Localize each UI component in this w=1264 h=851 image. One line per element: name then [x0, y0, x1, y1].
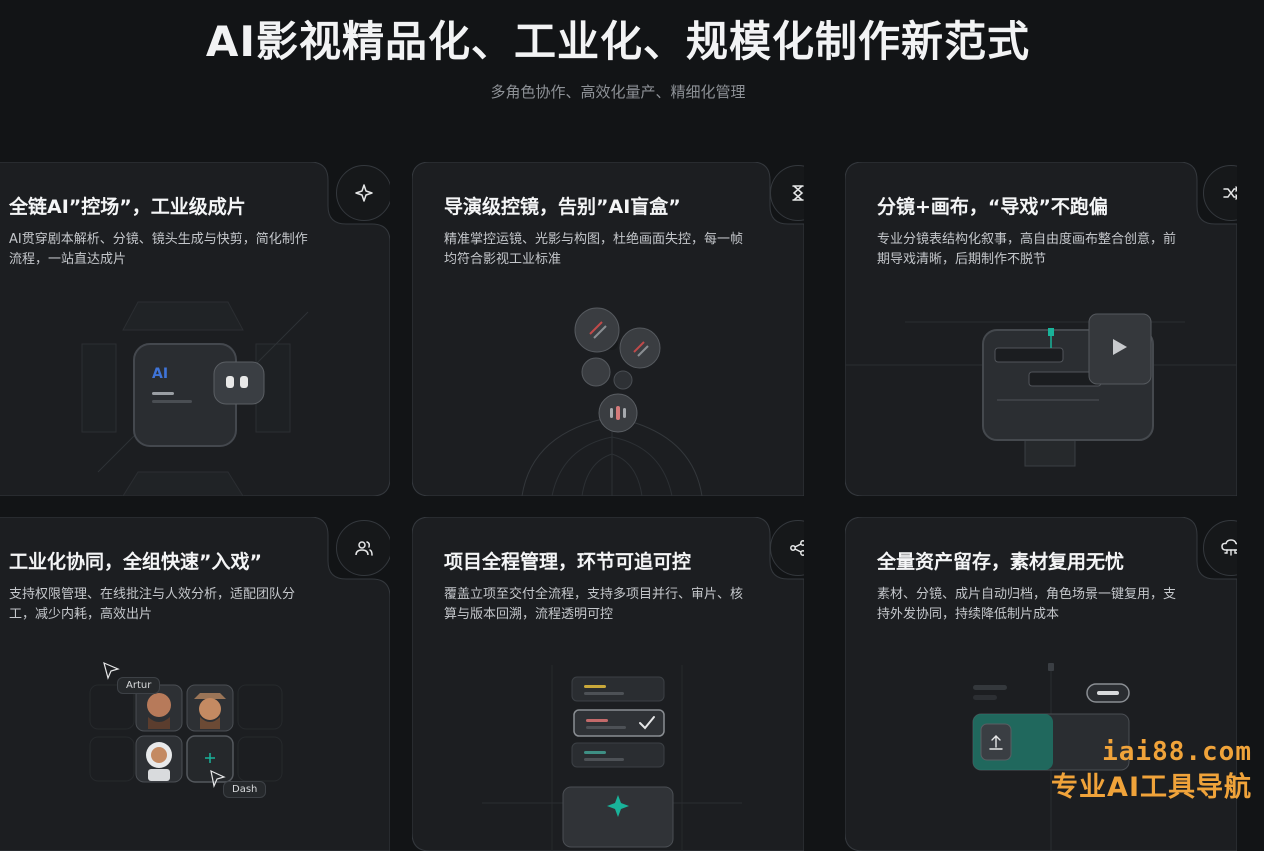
- card-title: 项目全程管理，环节可追可控: [444, 551, 692, 573]
- feature-card-project-management: 项目全程管理，环节可追可控 覆盖立项至交付全流程，支持多项目并行、审片、核算与版…: [412, 517, 804, 851]
- share-nodes-icon: [790, 540, 804, 556]
- feature-card-team-collaboration: 工业化协同，全组快速”入戏” 支持权限管理、在线批注与人效分析，适配团队分工，减…: [0, 517, 390, 851]
- card-description: AI贯穿剧本解析、分镜、镜头生成与快剪，简化制作流程，一站直达成片: [9, 232, 308, 267]
- page-subtitle: 多角色协作、高效化量产、精细化管理: [490, 83, 746, 101]
- task-list-illustration: [482, 665, 742, 851]
- watermark-url: iai88.com: [1102, 737, 1252, 767]
- card-title: 导演级控镜，告别”AI盲盒”: [444, 196, 681, 218]
- hourglass-icon: [792, 185, 804, 201]
- ai-badge-text: AI: [152, 366, 168, 382]
- card-title: 分镜+画布，“导戏”不跑偏: [877, 196, 1108, 218]
- shuffle-icon: [1223, 186, 1237, 200]
- card-title: 工业化协同，全组快速”入戏”: [9, 551, 262, 573]
- cloud-network-icon: [1221, 539, 1237, 556]
- feature-card-full-chain-ai: 全链AI”控场”，工业级成片 AI贯穿剧本解析、分镜、镜头生成与快剪，简化制作流…: [0, 162, 390, 496]
- card-description: 支持权限管理、在线批注与人效分析，适配团队分工，减少内耗，高效出片: [9, 587, 296, 622]
- card-description: 素材、分镜、成片自动归档，角色场景一键复用，支持外发协同，持续降低制片成本: [877, 587, 1177, 622]
- team-avatars-illustration: [89, 661, 283, 789]
- users-button[interactable]: [336, 520, 390, 576]
- card-description: 覆盖立项至交付全流程，支持多项目并行、审片、核算与版本回溯，流程透明可控: [444, 587, 744, 622]
- users-icon: [355, 541, 373, 556]
- cursor-tag-dash: Dash: [223, 781, 267, 798]
- sparkle-icon: [355, 184, 373, 202]
- feature-card-director-control: 导演级控镜，告别”AI盲盒” 精准掌控运镜、光影与构图，杜绝画面失控，每一帧均符…: [412, 162, 804, 496]
- storyboard-canvas-illustration: [845, 313, 1237, 467]
- card-description: 精准掌控运镜、光影与构图，杜绝画面失控，每一帧均符合影视工业标准: [444, 232, 744, 267]
- ai-chip-illustration: AI: [81, 301, 309, 496]
- card-title: 全链AI”控场”，工业级成片: [9, 196, 246, 218]
- watermark-slogan: 专业AI工具导航: [1051, 772, 1252, 803]
- site-watermark: iai88.com 专业AI工具导航: [1051, 737, 1252, 804]
- feature-card-storyboard-canvas: 分镜+画布，“导戏”不跑偏 专业分镜表结构化叙事，高自由度画布整合创意，前期导戏…: [845, 162, 1237, 496]
- card-title: 全量资产留存，素材复用无忧: [877, 551, 1125, 573]
- cursor-tag-artur: Artur: [117, 677, 161, 694]
- page-title: AI影视精品化、工业化、规模化制作新范式: [205, 17, 1031, 66]
- sparkle-button[interactable]: [336, 165, 390, 221]
- card-description: 专业分镜表结构化叙事，高自由度画布整合创意，前期导戏清晰，后期制作不脱节: [877, 232, 1177, 267]
- camera-orbs-illustration: [521, 307, 703, 496]
